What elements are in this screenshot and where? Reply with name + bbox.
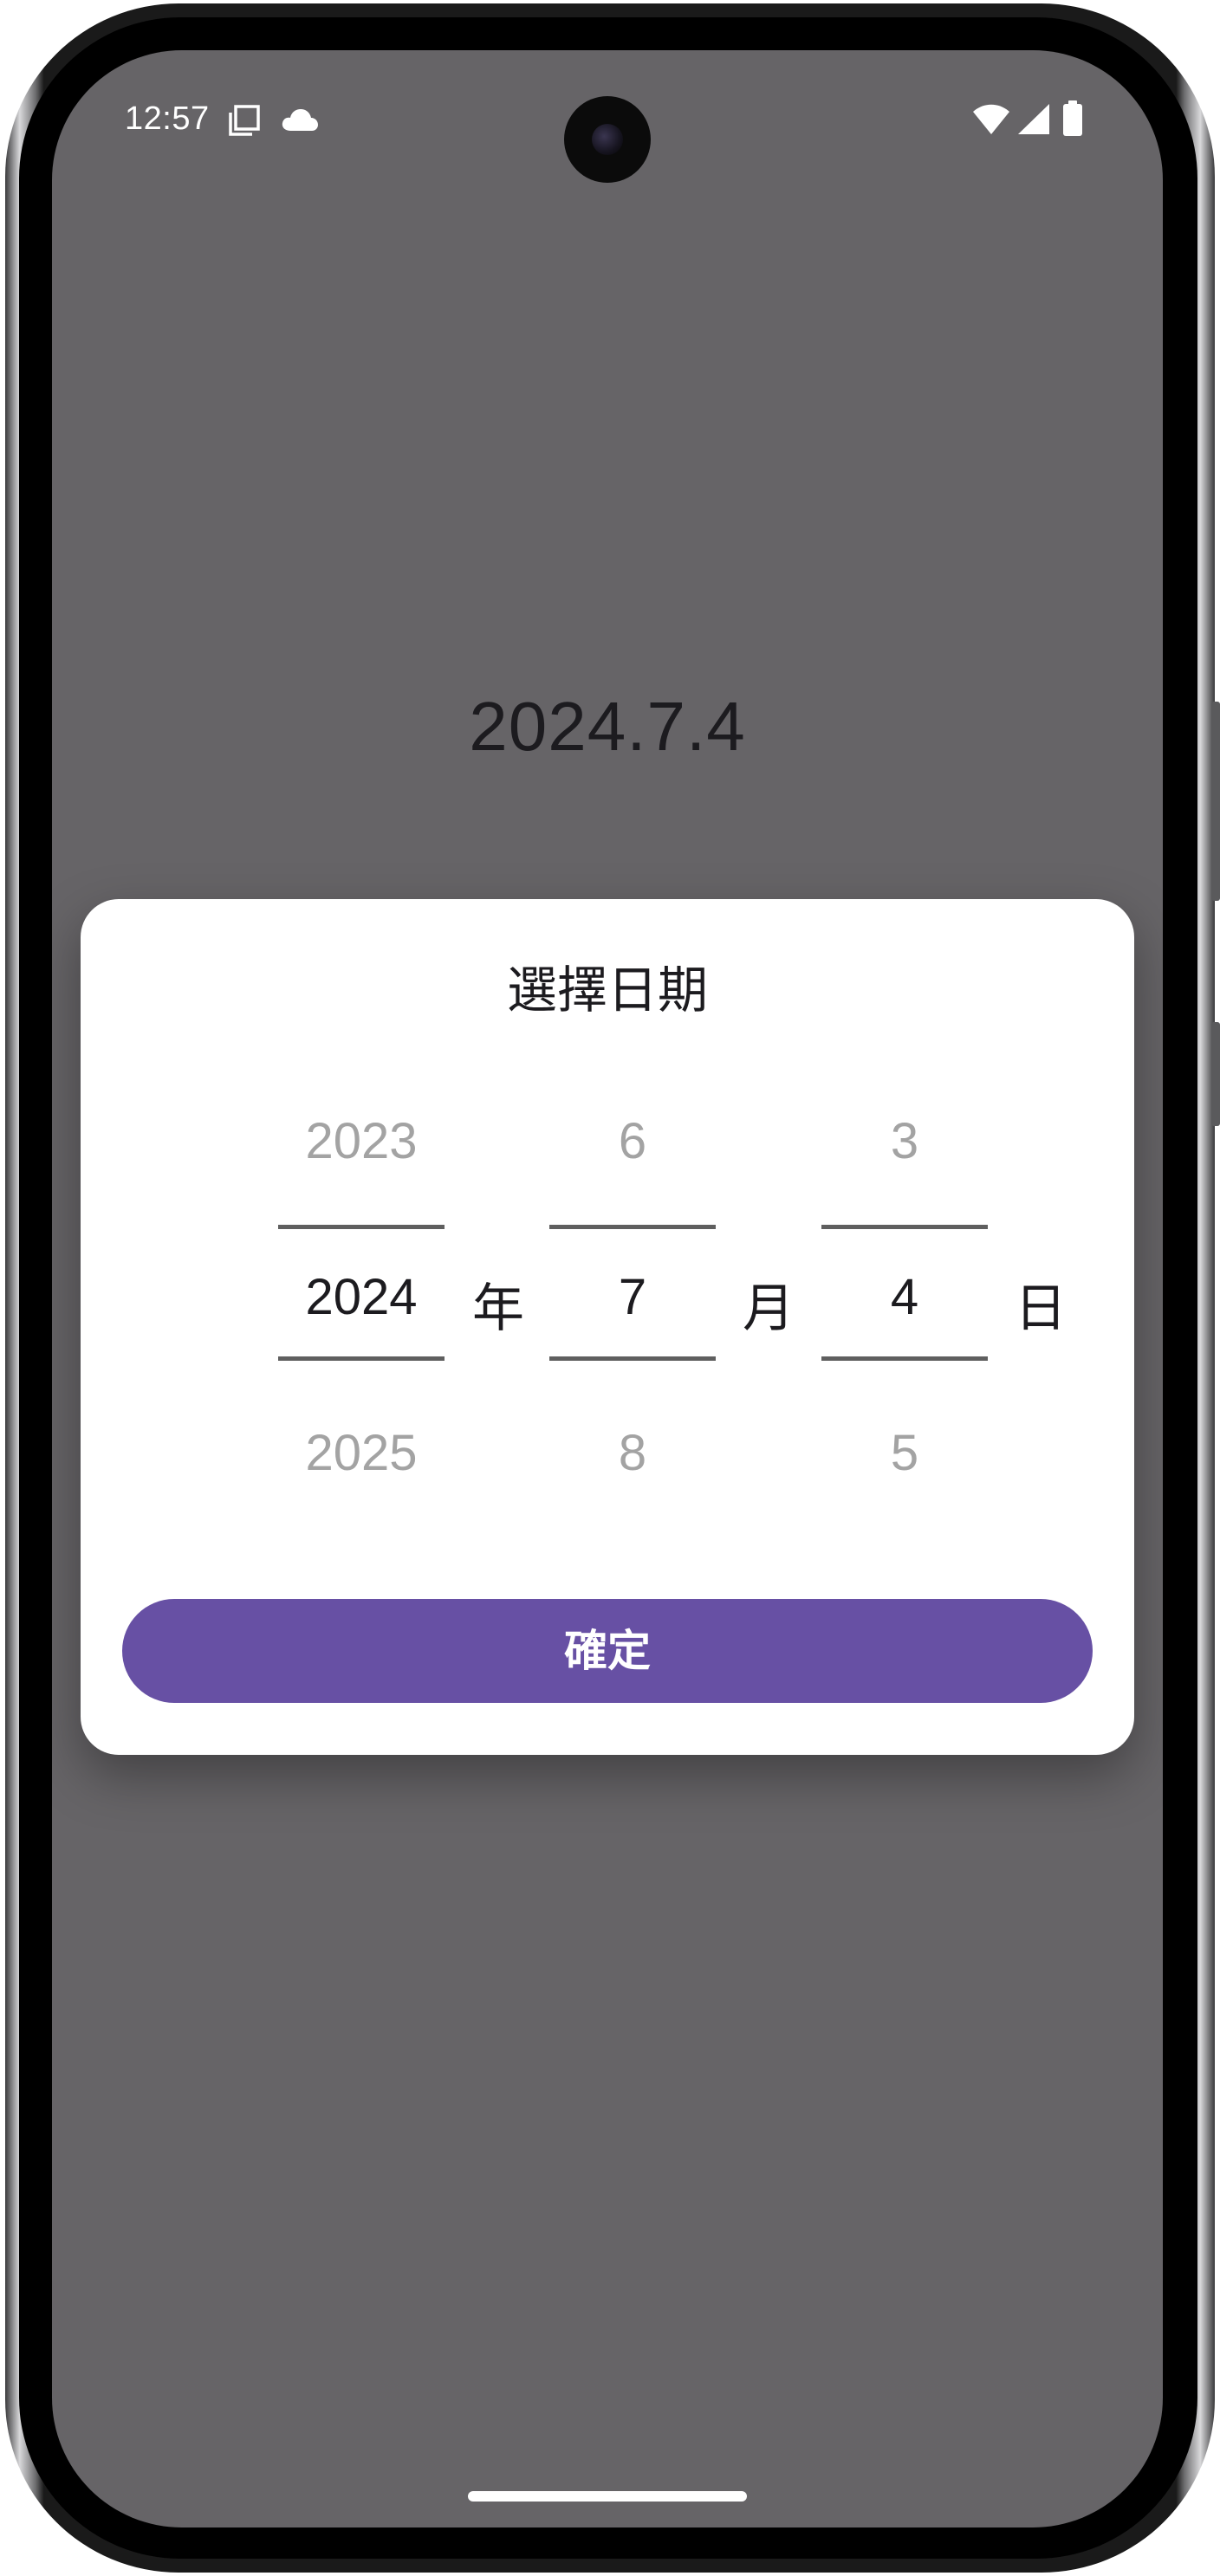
volume-button [1211, 702, 1220, 901]
day-next-value[interactable]: 5 [821, 1424, 988, 1482]
month-next-value[interactable]: 8 [549, 1424, 716, 1482]
phone-device: 12:57 2024.7.4 選擇日期 2023 2024 2025 年 6 7… [0, 0, 1220, 2576]
year-next-value[interactable]: 2025 [278, 1424, 445, 1482]
day-divider-top [821, 1225, 988, 1229]
month-divider-top [549, 1225, 716, 1229]
month-prev-value[interactable]: 6 [549, 1112, 716, 1170]
power-button [1211, 1022, 1220, 1126]
screenshot-icon [229, 105, 260, 136]
month-selected-value[interactable]: 7 [549, 1268, 716, 1326]
signal-icon [1018, 104, 1049, 134]
year-selected-value[interactable]: 2024 [278, 1268, 445, 1326]
selected-date-display: 2024.7.4 [469, 688, 746, 765]
year-prev-value[interactable]: 2023 [278, 1112, 445, 1170]
day-selected-value[interactable]: 4 [821, 1268, 988, 1326]
day-unit-label: 日 [1015, 1278, 1067, 1339]
home-gesture-bar[interactable] [468, 2491, 747, 2502]
month-unit-label: 月 [743, 1278, 795, 1339]
date-picker-dialog: 選擇日期 2023 2024 2025 年 6 7 8 月 3 4 5 日 確定 [81, 899, 1134, 1755]
year-divider-bottom [278, 1356, 445, 1361]
battery-icon [1063, 100, 1082, 136]
screen: 12:57 2024.7.4 選擇日期 2023 2024 2025 年 6 7… [52, 50, 1163, 2527]
day-divider-bottom [821, 1356, 988, 1361]
confirm-button[interactable]: 確定 [122, 1599, 1093, 1703]
month-divider-bottom [549, 1356, 716, 1361]
year-unit-label: 年 [472, 1278, 524, 1339]
wifi-icon [973, 104, 1009, 134]
front-camera [564, 96, 651, 183]
cloud-icon [282, 109, 318, 131]
year-divider-top [278, 1225, 445, 1229]
dialog-title: 選擇日期 [506, 961, 708, 1019]
day-prev-value[interactable]: 3 [821, 1112, 988, 1170]
status-time: 12:57 [125, 100, 210, 137]
